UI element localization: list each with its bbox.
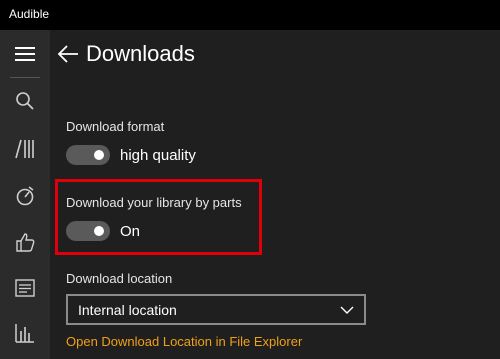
- sidebar-divider: [10, 77, 40, 78]
- toggle-knob: [94, 150, 104, 160]
- search-icon: [16, 92, 34, 110]
- highlight-box: [55, 179, 262, 255]
- sidebar-item-search[interactable]: [0, 81, 50, 121]
- back-button[interactable]: [54, 40, 82, 68]
- app-title: Audible: [9, 7, 50, 21]
- sidebar: [0, 30, 50, 359]
- download-by-parts-label: Download your library by parts: [66, 195, 242, 210]
- library-icon: [15, 139, 34, 159]
- download-location-select[interactable]: Internal location: [66, 294, 366, 325]
- back-arrow-icon: [57, 45, 78, 63]
- stats-icon: [15, 324, 34, 343]
- menu-icon: [15, 47, 35, 61]
- discover-icon: [16, 186, 34, 206]
- menu-button[interactable]: [0, 34, 50, 74]
- page-title: Downloads: [86, 41, 195, 66]
- download-by-parts-row: On: [66, 221, 140, 241]
- sidebar-item-library[interactable]: [0, 129, 50, 169]
- sidebar-item-stats[interactable]: [0, 313, 50, 353]
- page-header: Downloads: [50, 30, 500, 80]
- download-format-toggle[interactable]: [66, 145, 110, 165]
- download-location-value: Internal location: [78, 301, 177, 318]
- download-by-parts-toggle[interactable]: [66, 221, 110, 241]
- sidebar-item-recommendations[interactable]: [0, 222, 50, 262]
- chevron-down-icon: [340, 306, 354, 314]
- thumbs-up-icon: [16, 233, 35, 252]
- news-icon: [15, 279, 35, 297]
- toggle-knob: [94, 226, 104, 236]
- download-format-label: Download format: [66, 119, 165, 134]
- download-location-label: Download location: [66, 271, 173, 286]
- sidebar-item-discover[interactable]: [0, 176, 50, 216]
- title-bar: Audible: [0, 0, 500, 30]
- download-format-value: high quality: [120, 146, 196, 164]
- open-download-location-link[interactable]: Open Download Location in File Explorer: [66, 334, 302, 349]
- sidebar-item-news[interactable]: [0, 268, 50, 308]
- download-format-row: high quality: [66, 145, 196, 165]
- download-by-parts-value: On: [120, 222, 141, 240]
